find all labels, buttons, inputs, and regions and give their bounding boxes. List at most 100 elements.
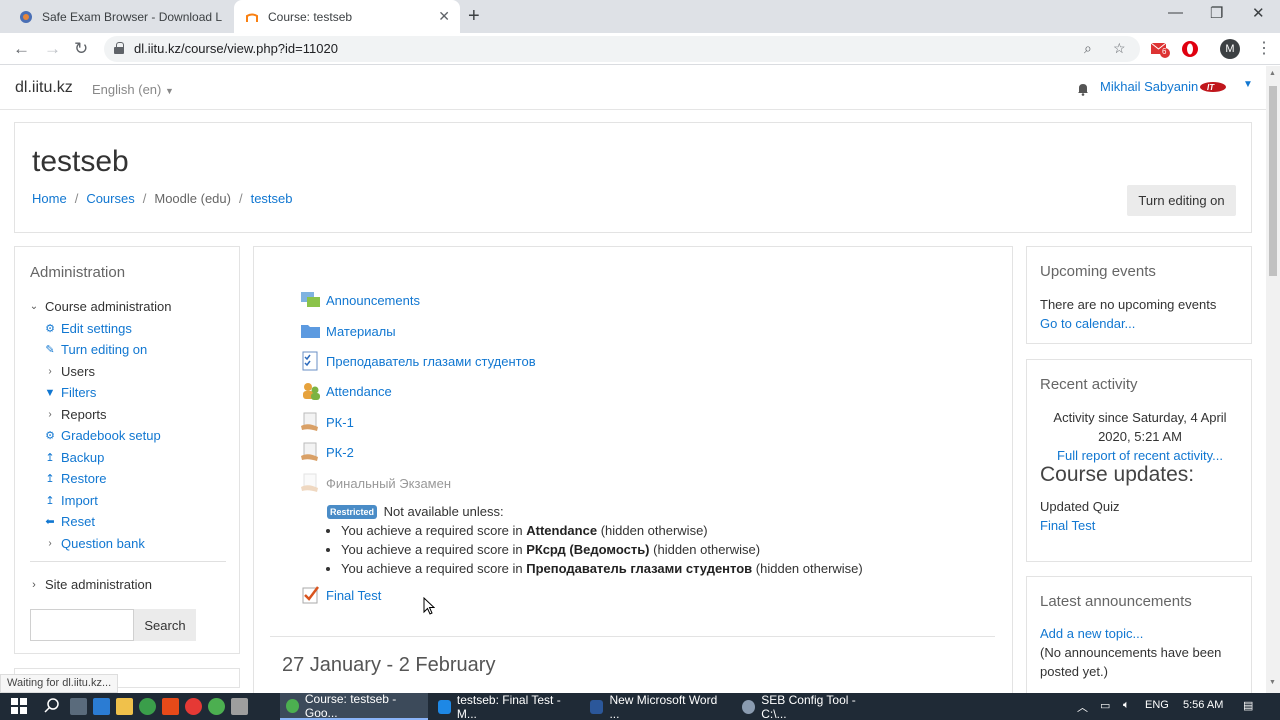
admin-item-label: Gradebook setup	[61, 428, 161, 444]
scroll-up-icon[interactable]: ▲	[1269, 70, 1276, 77]
taskbar-item-label: testseb: Final Test - M...	[456, 692, 561, 720]
taskbar-item-word[interactable]: New Microsoft Word ...	[584, 693, 732, 720]
lock-icon	[114, 42, 124, 54]
restriction-item: You achieve a required score in РКсрд (В…	[341, 540, 863, 559]
back-icon[interactable]: ←	[13, 39, 30, 59]
mouse-cursor-icon	[423, 597, 435, 615]
opera-taskbar-icon[interactable]	[185, 698, 202, 715]
close-window-icon[interactable]: ✕	[1252, 4, 1265, 22]
restriction-intro: Not available unless:	[383, 504, 504, 519]
breadcrumb-home[interactable]: Home	[32, 191, 67, 206]
admin-item-turn-editing-on[interactable]: ✎ Turn editing on	[27, 339, 227, 361]
seb-icon	[742, 699, 756, 714]
activity-announcements[interactable]: Announcements	[300, 290, 420, 310]
breadcrumb-courses[interactable]: Courses	[86, 191, 134, 206]
tray-chevron-icon[interactable]: ︿	[1077, 699, 1088, 715]
page-scrollbar[interactable]: ▲ ▼	[1266, 66, 1280, 693]
restriction-suffix: (hidden otherwise)	[653, 542, 761, 557]
restriction-prefix: You achieve a required score in	[341, 561, 523, 576]
windows-start-icon[interactable]	[11, 698, 28, 715]
close-tab-icon[interactable]: ✕	[438, 8, 450, 25]
admin-item-edit-settings[interactable]: ⚙ Edit settings	[27, 318, 227, 340]
new-tab-button[interactable]: +	[468, 5, 480, 28]
admin-item-filters[interactable]: ▼ Filters	[27, 382, 227, 404]
activity-final-test[interactable]: Final Test	[300, 585, 381, 605]
activity-label: Attendance	[326, 383, 392, 399]
mail-extension-icon[interactable]	[1150, 39, 1170, 59]
updated-quiz-link[interactable]: Final Test	[1040, 518, 1095, 533]
chevron-right-icon: ›	[48, 365, 52, 377]
no-events-text: There are no upcoming events	[1040, 297, 1217, 312]
admin-item-reports[interactable]: › Reports	[27, 404, 227, 426]
admin-item-restore[interactable]: ↥ Restore	[27, 468, 227, 490]
taskbar-item-chrome[interactable]: Course: testseb - Goo...	[280, 692, 428, 720]
clock-time[interactable]: 5:56 AM	[1183, 699, 1223, 711]
activity-rk1[interactable]: РК-1	[300, 412, 354, 432]
opera-icon[interactable]	[1180, 39, 1200, 59]
minimize-icon[interactable]: —	[1168, 4, 1183, 21]
word-icon	[590, 699, 604, 714]
activity-attendance[interactable]: Attendance	[300, 381, 392, 401]
restriction-prefix: You achieve a required score in	[341, 523, 523, 538]
outlook-icon[interactable]	[93, 698, 110, 715]
activity-rk2[interactable]: РК-2	[300, 442, 354, 462]
upcoming-events-block: Upcoming events There are no upcoming ev…	[1026, 246, 1252, 344]
language-selector[interactable]: English (en) ▼	[92, 82, 174, 97]
chrome-taskbar-icon[interactable]	[208, 698, 225, 715]
restriction-activity: Преподаватель глазами студентов	[526, 561, 753, 576]
network-icon[interactable]: ▭	[1100, 699, 1110, 712]
taskbar-item-seb-config[interactable]: SEB Config Tool - C:\...	[736, 693, 884, 720]
chevron-down-icon: ⌄	[29, 301, 39, 313]
add-topic-link[interactable]: Add a new topic...	[1040, 626, 1143, 641]
forward-icon[interactable]: →	[44, 39, 61, 59]
keyboard-language[interactable]: ENG	[1145, 699, 1169, 711]
app-icon[interactable]	[162, 698, 179, 715]
tab-course-testseb[interactable]: Course: testseb ✕	[234, 0, 460, 33]
admin-item-gradebook-setup[interactable]: ⚙ Gradebook setup	[27, 425, 227, 447]
admin-search-input[interactable]	[30, 609, 134, 641]
tab-safe-exam-browser[interactable]: Safe Exam Browser - Download L	[8, 0, 234, 33]
go-to-calendar-link[interactable]: Go to calendar...	[1040, 316, 1135, 331]
block-title: Upcoming events	[1040, 263, 1156, 280]
admin-item-reset[interactable]: ⬅ Reset	[27, 511, 227, 533]
activity-materials[interactable]: Материалы	[300, 321, 396, 341]
course-content: Announcements Материалы Преподаватель гл…	[253, 246, 1013, 696]
admin-item-label: Users	[61, 363, 95, 379]
taskbar-item-edge[interactable]: testseb: Final Test - M...	[432, 693, 580, 720]
address-bar[interactable]: dl.iitu.kz/course/view.php?id=11020 ⌕ ☆	[104, 36, 1140, 62]
admin-item-backup[interactable]: ↥ Backup	[27, 447, 227, 469]
search-icon[interactable]	[44, 698, 61, 715]
calculator-icon[interactable]	[231, 698, 248, 715]
activity-label: РК-1	[326, 414, 354, 430]
browser-app-icon[interactable]	[139, 698, 156, 715]
course-administration-node[interactable]: ⌄ Course administration	[27, 296, 227, 318]
site-brand[interactable]: dl.iitu.kz	[15, 79, 73, 97]
restriction-suffix: (hidden otherwise)	[755, 561, 863, 576]
scroll-down-icon[interactable]: ▼	[1269, 679, 1276, 686]
upload-icon: ↥	[45, 451, 55, 464]
reload-icon[interactable]: ↻	[74, 39, 88, 59]
maximize-icon[interactable]: ❐	[1210, 4, 1223, 22]
admin-search-button[interactable]: Search	[134, 609, 196, 641]
admin-item-users[interactable]: › Users	[27, 361, 227, 383]
turn-editing-on-button[interactable]: Turn editing on	[1127, 185, 1236, 216]
profile-avatar[interactable]: M	[1220, 39, 1240, 59]
zoom-icon[interactable]: ⌕	[1084, 40, 1092, 57]
action-center-icon[interactable]: ▤	[1243, 699, 1253, 712]
menu-icon[interactable]: ⋮	[1256, 38, 1272, 58]
notification-bell-icon[interactable]	[1076, 82, 1090, 96]
star-icon[interactable]: ☆	[1113, 40, 1126, 57]
file-explorer-icon[interactable]	[116, 698, 133, 715]
assignment-icon	[300, 412, 322, 432]
restriction-list: You achieve a required score in Attendan…	[341, 521, 863, 578]
user-menu-name[interactable]: Mikhail Sabyanin	[1100, 79, 1198, 94]
volume-icon[interactable]: 🔈︎	[1123, 699, 1130, 712]
task-view-icon[interactable]	[70, 698, 87, 715]
activity-teacher-feedback[interactable]: Преподаватель глазами студентов	[300, 351, 536, 371]
admin-item-import[interactable]: ↥ Import	[27, 490, 227, 512]
scroll-thumb[interactable]	[1269, 86, 1277, 276]
user-menu-caret-icon[interactable]: ▼	[1243, 79, 1253, 90]
breadcrumb-course[interactable]: testseb	[251, 191, 293, 206]
admin-item-question-bank[interactable]: › Question bank	[27, 533, 227, 555]
site-administration-node[interactable]: › Site administration	[27, 577, 152, 592]
